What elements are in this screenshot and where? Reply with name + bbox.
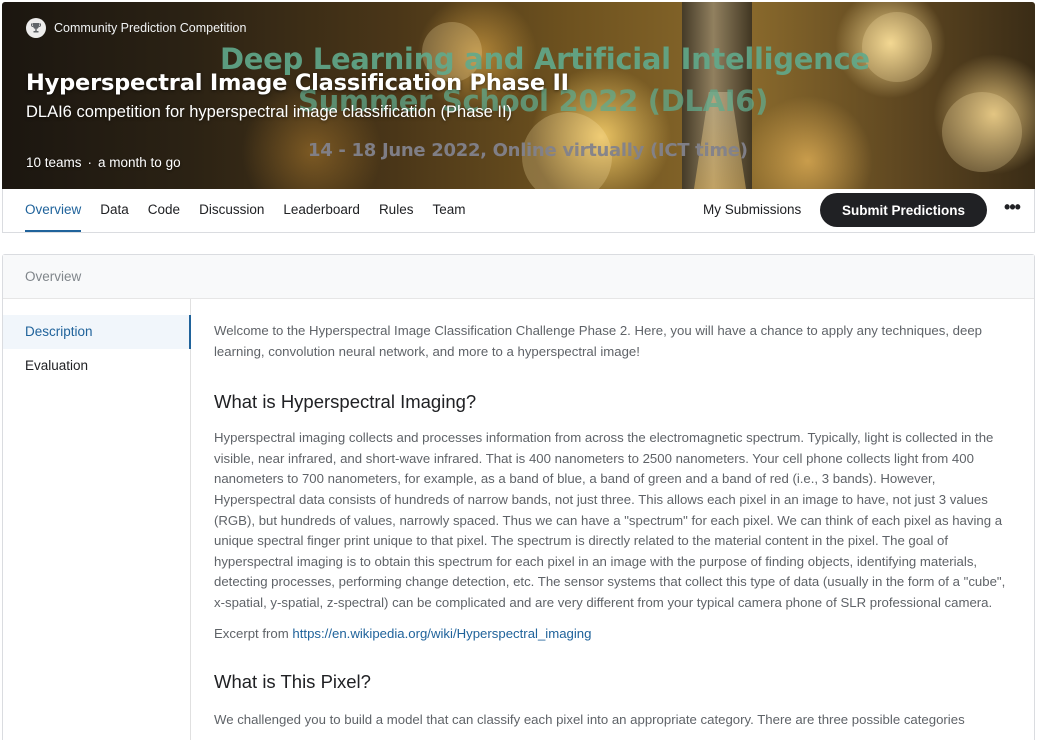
team-count: 10 teams [26, 155, 82, 170]
tab-code[interactable]: Code [148, 189, 180, 232]
excerpt-prefix: Excerpt from [214, 625, 289, 641]
excerpt-line: Excerpt from https://en.wikipedia.org/wi… [214, 624, 1014, 645]
competition-title: Hyperspectral Image Classification Phase… [26, 70, 569, 96]
competition-subtitle: DLAI6 competition for hyperspectral imag… [26, 103, 513, 121]
banner-watermark-line3: 14 - 18 June 2022, Online virtually (ICT… [308, 140, 748, 161]
banner-bokeh [862, 12, 932, 82]
submit-predictions-button[interactable]: Submit Predictions [820, 193, 987, 227]
overview-panel: Overview Description Evaluation Welcome … [2, 254, 1035, 740]
competition-banner: Deep Learning and Artificial Intelligenc… [2, 2, 1035, 189]
tab-team[interactable]: Team [432, 189, 465, 232]
competition-type-label: Community Prediction Competition [54, 21, 247, 35]
sidenav-item-evaluation[interactable]: Evaluation [3, 349, 191, 383]
sidenav-item-description[interactable]: Description [3, 315, 191, 349]
deadline: a month to go [98, 155, 181, 170]
hyperspectral-paragraph: Hyperspectral imaging collects and proce… [214, 430, 1006, 610]
tab-data[interactable]: Data [100, 189, 129, 232]
competition-tabbar: Overview Data Code Discussion Leaderboar… [2, 189, 1035, 233]
competition-meta: 10 teams · a month to go [26, 155, 181, 170]
intro-paragraph: Welcome to the Hyperspectral Image Class… [214, 323, 982, 359]
banner-bokeh [942, 92, 1022, 172]
tab-overview[interactable]: Overview [25, 189, 82, 232]
meta-separator: · [87, 155, 93, 170]
more-options-icon[interactable]: ••• [999, 198, 1025, 222]
tab-rules[interactable]: Rules [379, 189, 414, 232]
trophy-icon [26, 18, 46, 38]
pixel-paragraph: We challenged you to build a model that … [214, 712, 965, 728]
tab-leaderboard[interactable]: Leaderboard [283, 189, 360, 232]
competition-type-tag: Community Prediction Competition [26, 18, 246, 38]
section-heading-pixel: What is This Pixel? [214, 671, 371, 693]
tab-discussion[interactable]: Discussion [199, 189, 264, 232]
section-heading-hyperspectral: What is Hyperspectral Imaging? [214, 391, 477, 413]
wikipedia-link[interactable]: https://en.wikipedia.org/wiki/Hyperspect… [292, 626, 591, 641]
overview-sidenav: Description Evaluation [3, 299, 191, 740]
my-submissions-link[interactable]: My Submissions [703, 202, 801, 217]
panel-heading: Overview [3, 255, 1034, 299]
tab-list: Overview Data Code Discussion Leaderboar… [25, 189, 484, 232]
description-content: Welcome to the Hyperspectral Image Class… [214, 321, 1014, 731]
